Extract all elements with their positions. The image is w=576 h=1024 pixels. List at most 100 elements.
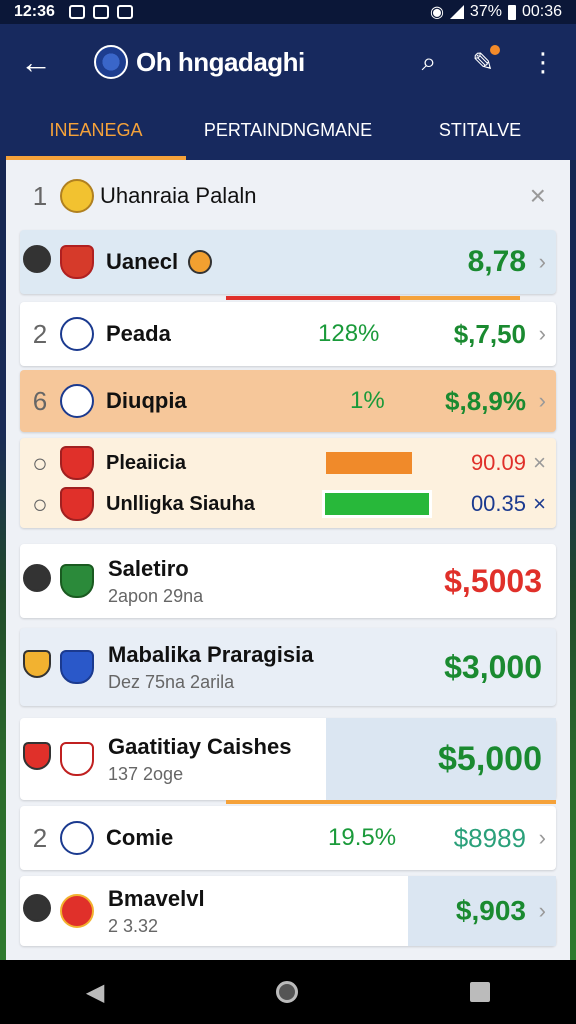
close-icon[interactable]: × <box>533 450 546 476</box>
team-crest-icon <box>60 650 94 684</box>
list-header-row: 1 Uhanraia Palaln × <box>20 168 556 224</box>
team-crest-icon <box>60 894 94 928</box>
team-crest-icon <box>60 821 94 855</box>
team-crest-icon <box>23 741 51 770</box>
item-name: Bmavelvl <box>108 885 205 911</box>
list-item[interactable]: 2 Comie 19.5% $8989 › <box>20 806 556 870</box>
item-subtitle: 137 2oge <box>108 763 184 784</box>
item-subtitle: 2apon 29na <box>108 585 204 606</box>
list-item-pair[interactable]: ○ Pleaiicia 90.09 × ○ Unlligka Siauha 00… <box>20 438 556 528</box>
item-price: $5,000 <box>438 739 542 778</box>
item-name: Peada <box>106 321 171 346</box>
more-icon[interactable]: ⋮ <box>530 47 556 78</box>
item-price: $8989 <box>453 822 526 853</box>
team-crest-icon <box>23 563 51 592</box>
item-price: 90.09 <box>470 450 526 475</box>
item-price: $,903 <box>455 895 526 926</box>
system-nav-bar: ◀ <box>0 960 576 1024</box>
team-crest-icon <box>60 245 94 279</box>
gallery-icon <box>116 5 133 19</box>
search-icon[interactable]: ⌕ <box>422 46 437 78</box>
rank-icon: ○ <box>32 488 48 519</box>
signal-icon <box>449 5 464 19</box>
item-price: $,8,9% <box>445 385 526 416</box>
tab-2[interactable]: PERTAINDNGMANE <box>192 100 384 160</box>
item-name: Uanecl <box>106 249 179 274</box>
team-crest-icon <box>60 317 94 351</box>
team-crest-icon <box>23 649 51 678</box>
status-bar: 12:36 ◉ 37% 00:36 <box>0 0 576 24</box>
app-bar: ← Oh hngadaghi ⌕ ✎ ⋮ <box>0 24 576 100</box>
team-crest-icon <box>188 250 213 274</box>
item-price: $3,000 <box>444 648 542 685</box>
item-name: Pleaiicia <box>106 451 187 474</box>
status-time: 12:36 <box>14 3 55 20</box>
close-icon[interactable]: × <box>530 180 546 212</box>
list-item[interactable]: Saletiro 2apon 29na $,5003 <box>20 544 556 618</box>
tab-bar: INEANEGA PERTAINDNGMANE STITALVE <box>0 100 576 160</box>
chevron-right-icon: › <box>538 898 546 923</box>
notification-icon <box>68 5 85 19</box>
team-crest-icon <box>60 384 94 418</box>
app-logo-icon <box>94 45 128 79</box>
tab-1[interactable]: INEANEGA <box>0 100 192 160</box>
item-percent: 1% <box>350 387 385 414</box>
team-crest-icon <box>60 487 94 521</box>
list-item[interactable]: Uanecl 8,78 › <box>20 230 556 294</box>
status-clock-right: 00:36 <box>521 3 562 20</box>
list-item[interactable]: ○ Pleaiicia 90.09 × <box>20 444 556 482</box>
odds-bar <box>326 452 412 474</box>
edit-icon[interactable]: ✎ <box>472 44 500 78</box>
rank-icon: ○ <box>32 447 48 478</box>
list-panel: 1 Uhanraia Palaln × Uanecl 8,78 › 2 Pead… <box>6 160 570 960</box>
image-icon <box>92 5 109 19</box>
nav-home-icon[interactable] <box>276 981 299 1003</box>
team-crest-icon <box>60 742 94 776</box>
list-item[interactable]: 2 Peada 128% $,7,50 › <box>20 302 556 366</box>
header-rank: 1 <box>32 180 48 211</box>
app-title: Oh hngadaghi <box>136 46 305 77</box>
location-icon: ◉ <box>429 4 444 21</box>
chevron-right-icon: › <box>538 388 546 413</box>
chevron-right-icon: › <box>538 249 546 274</box>
team-crest-icon <box>60 446 94 480</box>
item-name: Comie <box>106 825 174 850</box>
back-arrow-icon[interactable]: ← <box>20 44 60 81</box>
item-price: $,7,50 <box>453 318 526 349</box>
item-rank: 2 <box>32 318 48 349</box>
item-price: $,5003 <box>444 562 542 599</box>
list-item[interactable]: ○ Unlligka Siauha 00.35 × <box>20 484 556 524</box>
divider <box>226 800 556 804</box>
nav-recent-icon[interactable] <box>470 982 491 1002</box>
item-price: 8,78 <box>467 245 526 278</box>
chevron-right-icon: › <box>538 825 546 850</box>
header-name: Uhanraia Palaln <box>100 183 257 208</box>
battery-percent: 37% <box>469 3 502 20</box>
item-name: Saletiro <box>108 555 189 581</box>
divider <box>400 296 520 300</box>
nav-back-icon[interactable]: ◀ <box>86 978 104 1007</box>
item-subtitle: Dez 75na 2arila <box>108 671 235 692</box>
list-item[interactable]: Bmavelvl 2 3.32 $,903 › <box>20 876 556 946</box>
tab-3[interactable]: STITALVE <box>384 100 576 160</box>
list-item[interactable]: 6 Diuqpia 1% $,8,9% › <box>20 370 556 432</box>
item-name: Unlligka Siauha <box>106 492 255 515</box>
item-rank: 6 <box>32 385 48 416</box>
odds-bar <box>322 490 432 518</box>
list-item[interactable]: Gaatitiay Caishes 137 2oge $5,000 <box>20 718 556 800</box>
chevron-right-icon: › <box>538 321 546 346</box>
item-subtitle: 2 3.32 <box>108 915 159 936</box>
divider <box>226 296 400 300</box>
team-crest-icon <box>23 244 51 273</box>
item-name: Diuqpia <box>106 388 187 413</box>
list-item[interactable]: Mabalika Praragisia Dez 75na 2arila $3,0… <box>20 628 556 706</box>
item-rank: 2 <box>32 822 48 853</box>
close-icon[interactable]: × <box>533 491 546 517</box>
team-crest-icon <box>23 893 51 922</box>
team-crest-icon <box>60 179 94 213</box>
item-price: 00.35 <box>470 491 526 516</box>
item-name: Mabalika Praragisia <box>108 641 314 667</box>
item-percent: 128% <box>318 320 380 347</box>
item-name: Gaatitiay Caishes <box>108 733 292 759</box>
item-percent: 19.5% <box>328 824 397 851</box>
